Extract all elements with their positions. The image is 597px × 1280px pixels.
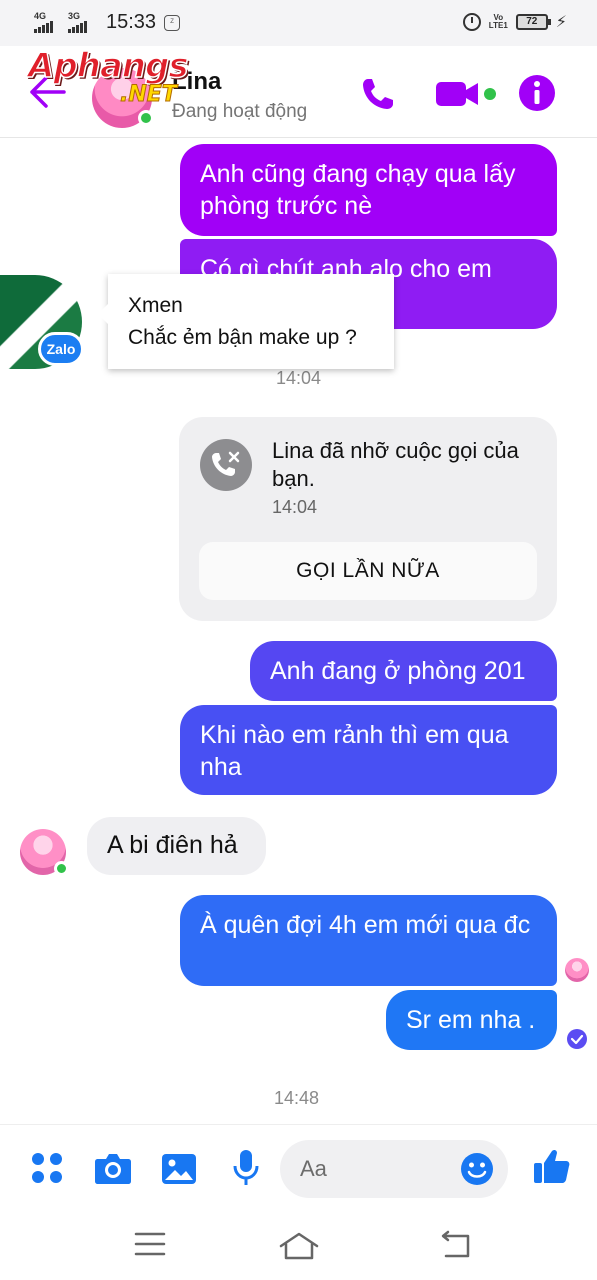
missed-call-card: Lina đã nhỡ cuộc gọi của bạn. 14:04 GỌI … [179,417,557,621]
chat-head-notification[interactable]: Xmen Chắc ẻm bận make up ? [98,274,394,369]
missed-call-text: Lina đã nhỡ cuộc gọi của bạn. [272,438,519,491]
message-bubble-outgoing[interactable]: Sr em nha . [386,990,557,1050]
chat-header: Lina Đang hoạt động Aphangs .NET [0,45,597,138]
system-nav-bar [0,1210,597,1280]
status-bar: 4G 3G 15:33 Z Vo LTE1 72 ⚡ [0,0,597,46]
missed-call-icon [200,439,252,491]
status-left: 4G 3G 15:33 Z [34,10,181,34]
microphone-icon[interactable] [232,1149,260,1187]
missed-call-time: 14:04 [272,497,318,517]
peer-avatar[interactable] [20,829,69,876]
contact-status: Đang hoạt động [172,101,308,122]
watermark-logo: Aphangs [27,45,189,87]
network-type-label: 4G [34,10,47,21]
volte-icon: Vo LTE1 [488,13,508,30]
signal-3g-icon: 3G [68,10,94,33]
seen-avatar [565,958,589,982]
camera-icon[interactable] [94,1151,132,1185]
thumbs-up-icon[interactable] [533,1147,571,1185]
emoji-icon[interactable] [460,1152,494,1186]
notification-title: Xmen [128,294,183,317]
message-composer [0,1124,597,1210]
back-icon[interactable] [438,1230,472,1260]
message-bubble-outgoing[interactable]: À quên đợi 4h em mới qua đc [180,895,557,986]
gallery-icon[interactable] [161,1153,197,1185]
call-again-button[interactable]: GỌI LẦN NỮA [199,542,537,600]
apps-icon[interactable] [30,1151,64,1185]
message-bubble-outgoing[interactable]: Khi nào em rảnh thì em qua nha [180,705,557,795]
message-timestamp: 14:48 [274,1088,320,1108]
network-type-label: 3G [68,10,81,21]
phone-icon[interactable] [360,76,396,112]
online-indicator [54,861,69,876]
status-time: 15:33 [106,11,157,33]
delivered-check-icon [567,1029,587,1049]
message-bubble-incoming[interactable]: A bi điên hả [87,817,266,875]
status-right: Vo LTE1 72 ⚡ [462,12,567,32]
message-bubble-outgoing[interactable]: Anh đang ở phòng 201 [250,641,557,701]
watermark-logo-suffix: .NET [120,82,178,108]
alarm-icon [462,13,481,31]
menu-icon[interactable] [134,1230,166,1258]
home-icon[interactable] [278,1230,320,1262]
info-icon[interactable] [518,74,556,112]
message-bubble-outgoing[interactable]: Anh cũng đang chạy qua lấy phòng trước n… [180,144,557,236]
zalo-notification-icon: Z [164,14,181,31]
notification-message: Chắc ẻm bận make up ? [128,326,357,349]
online-indicator [138,110,154,126]
video-camera-icon[interactable] [436,78,498,110]
signal-4g-icon: 4G [34,10,60,33]
charging-icon: ⚡ [555,14,567,31]
battery-icon: 72 [515,14,551,30]
message-timestamp: 14:04 [276,368,322,388]
zalo-app-badge: Zalo [38,332,84,366]
